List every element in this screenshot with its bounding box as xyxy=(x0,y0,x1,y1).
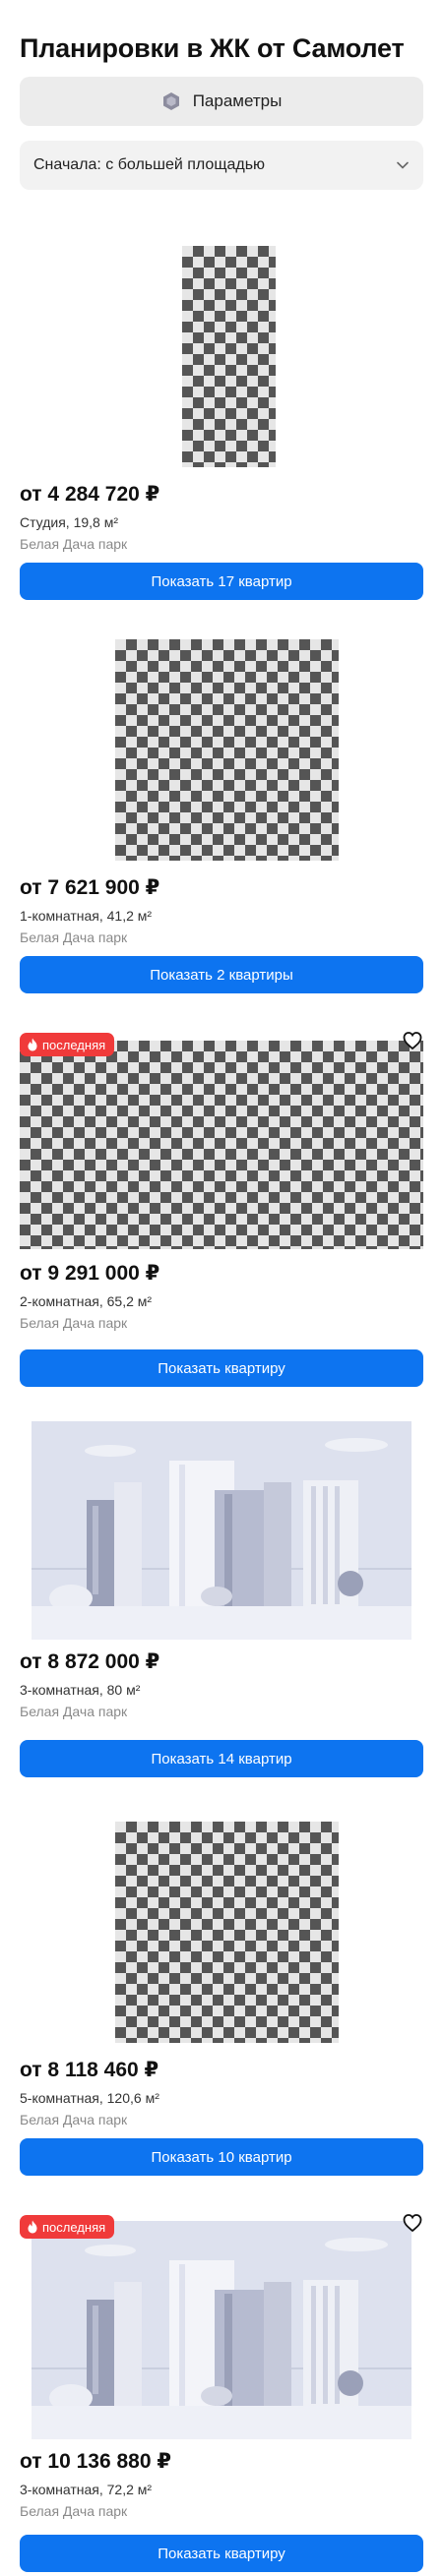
page-title: Планировки в ЖК от Самолет xyxy=(20,33,405,63)
show-flats-button[interactable]: Показать 14 квартир xyxy=(20,1740,423,1777)
flat-card[interactable]: последняя от 9 291 000 ₽ 2-комнатная, 65… xyxy=(20,1030,423,1389)
sort-select[interactable]: Сначала: с большей площадью xyxy=(20,141,423,190)
show-flats-button[interactable]: Показать 17 квартир xyxy=(20,563,423,600)
card-complex[interactable]: Белая Дача парк xyxy=(20,2112,127,2127)
heart-icon[interactable] xyxy=(402,1030,423,1051)
sort-label: Сначала: с большей площадью xyxy=(33,156,266,173)
hexagon-icon xyxy=(162,92,179,110)
show-flats-button[interactable]: Показать 2 квартиры xyxy=(20,956,423,993)
chevron-down-icon xyxy=(397,161,409,169)
show-flats-button[interactable]: Показать квартиру xyxy=(20,2535,423,2572)
card-rooms: Студия, 19,8 м² xyxy=(20,514,118,530)
card-rooms: 1-комнатная, 41,2 м² xyxy=(20,908,153,924)
flat-card[interactable]: последняя от 10 136 880 ₽ 3-комнатная, 7… xyxy=(20,2212,423,2572)
card-complex[interactable]: Белая Дача парк xyxy=(20,536,127,552)
card-price: от 8 872 000 ₽ xyxy=(20,1650,160,1673)
card-price: от 7 621 900 ₽ xyxy=(20,876,160,899)
parameters-button[interactable]: Параметры xyxy=(20,77,423,126)
page: Планировки в ЖК от Самолет Параметры Сна… xyxy=(0,0,443,2576)
card-complex[interactable]: Белая Дача парк xyxy=(20,2503,127,2519)
card-rooms: 5-комнатная, 120,6 м² xyxy=(20,2090,159,2106)
card-price: от 10 136 880 ₽ xyxy=(20,2450,171,2473)
floor-plan-image xyxy=(20,1041,423,1249)
last-flat-badge: последняя xyxy=(20,1033,115,1056)
flat-card[interactable]: от 4 284 720 ₽ Студия, 19,8 м² Белая Дач… xyxy=(20,246,423,600)
card-complex[interactable]: Белая Дача парк xyxy=(20,1315,127,1331)
heart-icon[interactable] xyxy=(402,2212,423,2234)
floor-plan-image xyxy=(182,246,276,467)
building-placeholder-image xyxy=(32,1421,411,1640)
badge-label: последняя xyxy=(42,2219,106,2235)
parameters-label: Параметры xyxy=(192,91,283,110)
last-flat-badge: последняя xyxy=(20,2215,115,2239)
card-price: от 8 118 460 ₽ xyxy=(20,2059,159,2081)
floor-plan-image xyxy=(115,1822,339,2043)
card-complex[interactable]: Белая Дача парк xyxy=(20,1704,127,1719)
flat-card[interactable]: от 8 118 460 ₽ 5-комнатная, 120,6 м² Бел… xyxy=(20,1822,423,2178)
badge-label: последняя xyxy=(42,1037,106,1052)
card-complex[interactable]: Белая Дача парк xyxy=(20,929,127,945)
card-rooms: 3-комнатная, 72,2 м² xyxy=(20,2482,153,2497)
card-rooms: 3-комнатная, 80 м² xyxy=(20,1682,141,1698)
fire-icon xyxy=(28,1038,37,1051)
show-flats-button[interactable]: Показать 10 квартир xyxy=(20,2138,423,2176)
card-rooms: 2-комнатная, 65,2 м² xyxy=(20,1293,153,1309)
flat-card[interactable]: от 8 872 000 ₽ 3-комнатная, 80 м² Белая … xyxy=(20,1421,423,1777)
card-price: от 4 284 720 ₽ xyxy=(20,483,160,506)
flat-card[interactable]: от 7 621 900 ₽ 1-комнатная, 41,2 м² Бела… xyxy=(20,639,423,993)
building-placeholder-image xyxy=(32,2221,411,2439)
card-price: от 9 291 000 ₽ xyxy=(20,1262,160,1285)
fire-icon xyxy=(28,2220,37,2234)
show-flats-button[interactable]: Показать квартиру xyxy=(20,1349,423,1387)
floor-plan-image xyxy=(115,639,339,861)
